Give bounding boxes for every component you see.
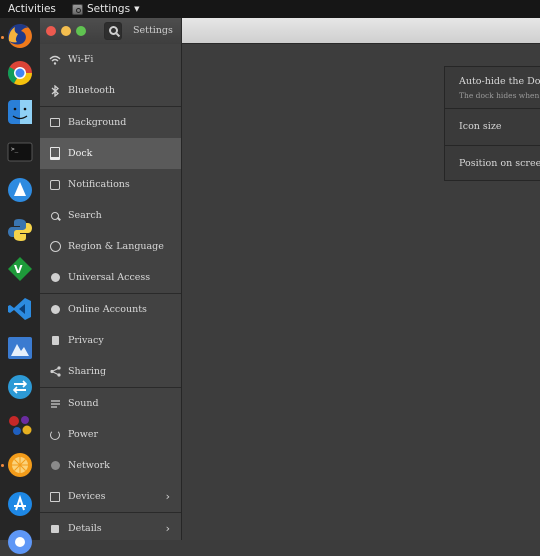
sidebar-item-label: Bluetooth	[68, 85, 115, 96]
chevron-right-icon: ›	[165, 490, 170, 503]
search-icon	[49, 210, 61, 222]
sidebar-item-label: Online Accounts	[68, 304, 147, 315]
python-icon[interactable]	[6, 216, 34, 244]
sidebar-item-devices[interactable]: Devices ›	[40, 481, 181, 512]
wifi-icon	[49, 54, 61, 66]
dock-icon	[49, 147, 61, 160]
orange-icon[interactable]	[6, 451, 34, 479]
sidebar-item-wifi[interactable]: Wi-Fi	[40, 44, 181, 75]
top-bar: Activities Settings ▼	[0, 0, 540, 18]
vim-icon[interactable]: V	[6, 255, 34, 283]
online-accounts-icon	[49, 304, 61, 316]
svg-text:V: V	[14, 263, 23, 276]
sidebar-item-background[interactable]: Background	[40, 107, 181, 138]
background-icon	[49, 117, 61, 129]
search-button[interactable]	[104, 22, 122, 40]
sidebar-item-sharing[interactable]: Sharing	[40, 356, 181, 387]
sidebar-item-label: Network	[68, 460, 110, 471]
sidebar-item-region-language[interactable]: Region & Language	[40, 231, 181, 262]
dock-settings-panel: Auto-hide the Dock The dock hides when a…	[444, 66, 540, 181]
sidebar-item-label: Details	[68, 523, 102, 534]
sidebar-item-search[interactable]: Search	[40, 200, 181, 231]
sidebar-item-bluetooth[interactable]: Bluetooth	[40, 75, 181, 106]
sidebar-item-label: Wi-Fi	[68, 54, 94, 65]
details-icon	[49, 523, 61, 535]
terminal-icon[interactable]: >_	[6, 138, 34, 166]
sidebar-item-online-accounts[interactable]: Online Accounts	[40, 294, 181, 325]
finder-icon[interactable]	[6, 98, 34, 126]
chrome-icon[interactable]	[6, 59, 34, 87]
icon-size-row[interactable]: Icon size	[445, 109, 540, 145]
dock-settings-page: Auto-hide the Dock The dock hides when a…	[182, 44, 540, 540]
window-header-bar: Settings	[40, 18, 540, 44]
sidebar-item-network[interactable]: Network	[40, 450, 181, 481]
sidebar-item-label: Dock	[68, 148, 93, 159]
sidebar-item-label: Universal Access	[68, 272, 151, 283]
privacy-icon	[49, 335, 61, 347]
app-menu[interactable]: Settings ▼	[72, 3, 139, 15]
preview-icon[interactable]	[6, 334, 34, 362]
sidebar-item-details[interactable]: Details ›	[40, 513, 181, 544]
sidebar-item-label: Notifications	[68, 179, 130, 190]
devices-icon	[49, 491, 61, 503]
firefox-icon[interactable]	[6, 22, 34, 50]
sidebar-item-sound[interactable]: Sound	[40, 388, 181, 419]
position-row[interactable]: Position on screen	[445, 146, 540, 180]
header-content-section	[182, 18, 540, 44]
app-store-sail-icon[interactable]	[6, 176, 34, 204]
sidebar-item-label: Power	[68, 429, 99, 440]
running-indicator	[1, 36, 4, 39]
chromium-icon[interactable]	[6, 528, 34, 556]
bluetooth-icon	[49, 84, 61, 97]
maximize-button[interactable]	[76, 26, 86, 36]
app-store-icon[interactable]	[6, 490, 34, 518]
autohide-row[interactable]: Auto-hide the Dock The dock hides when a…	[445, 67, 540, 108]
power-icon	[49, 429, 61, 441]
sidebar-item-label: Sharing	[68, 366, 107, 377]
sidebar-item-label: Search	[68, 210, 102, 221]
network-icon	[49, 460, 61, 472]
minimize-button[interactable]	[61, 26, 71, 36]
caret-down-icon: ▼	[134, 5, 140, 13]
position-label: Position on screen	[459, 158, 540, 169]
sidebar-item-universal-access[interactable]: Universal Access	[40, 262, 181, 293]
globe-icon	[49, 241, 61, 253]
app-menu-label: Settings	[87, 3, 131, 15]
sidebar-item-label: Privacy	[68, 335, 104, 346]
settings-sidebar: Wi-Fi Bluetooth Background Dock Notifica…	[40, 44, 182, 540]
close-button[interactable]	[46, 26, 56, 36]
activities-button[interactable]: Activities	[0, 3, 64, 15]
universal-access-icon	[49, 272, 61, 284]
vscode-icon[interactable]	[6, 295, 34, 323]
sidebar-item-label: Devices	[68, 491, 106, 502]
chevron-right-icon: ›	[165, 522, 170, 535]
sidebar-item-label: Background	[68, 117, 127, 128]
sidebar-item-privacy[interactable]: Privacy	[40, 325, 181, 356]
autohide-title: Auto-hide the Dock	[459, 76, 540, 87]
router-icon[interactable]	[6, 373, 34, 401]
sound-icon	[49, 398, 61, 410]
sidebar-item-notifications[interactable]: Notifications	[40, 169, 181, 200]
sidebar-item-label: Region & Language	[68, 241, 164, 252]
sidebar-item-label: Sound	[68, 398, 99, 409]
header-sidebar-section: Settings	[40, 18, 182, 44]
settings-gear-icon	[72, 3, 83, 15]
launcher-dock: >_ V	[0, 18, 40, 554]
sidebar-item-power[interactable]: Power	[40, 419, 181, 450]
colored-dots-icon[interactable]	[6, 411, 34, 439]
icon-size-label: Icon size	[459, 121, 502, 132]
notifications-icon	[49, 179, 61, 191]
svg-text:>_: >_	[11, 146, 19, 153]
sidebar-item-dock[interactable]: Dock	[40, 138, 181, 169]
running-indicator	[1, 464, 4, 467]
share-icon	[49, 366, 61, 378]
autohide-subtitle: The dock hides when an	[459, 91, 540, 100]
window-title: Settings	[133, 25, 173, 36]
